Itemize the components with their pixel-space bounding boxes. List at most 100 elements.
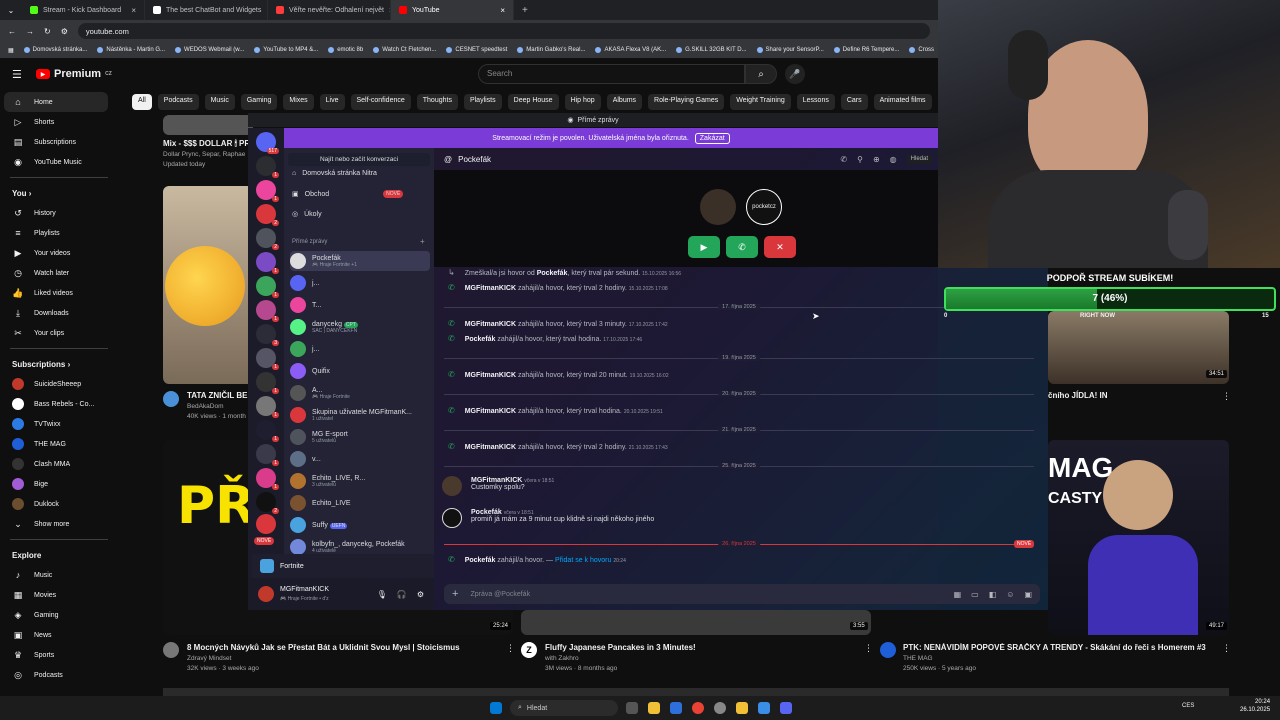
video-title[interactable]: čního JÍDLA! IN: [1048, 391, 1108, 400]
app-icon[interactable]: [758, 702, 770, 714]
sidebar-item-shorts[interactable]: ▷ Shorts: [0, 112, 118, 132]
server-icon[interactable]: 1: [256, 252, 279, 274]
join-call-link[interactable]: Přidat se k hovoru: [555, 557, 611, 564]
server-icon[interactable]: 1: [256, 348, 279, 370]
apps-icon[interactable]: ▦: [8, 47, 14, 54]
server-icon[interactable]: 1: [256, 300, 279, 322]
start-icon[interactable]: [490, 702, 502, 714]
video-channel[interactable]: BedAkaDom: [187, 403, 224, 410]
taskbar-search[interactable]: ⌕ Hledat: [510, 700, 618, 716]
search-input[interactable]: Search: [478, 64, 745, 84]
clock[interactable]: 20:24 26.10.2025: [1240, 698, 1270, 714]
sidebar-item-podcasts[interactable]: ◎ Podcasts: [0, 665, 118, 685]
server-icon[interactable]: 1: [256, 276, 279, 298]
subscription-item[interactable]: TVTwixx: [0, 414, 118, 434]
sidebar-item-history[interactable]: ↺ History: [0, 203, 118, 223]
add-attachment-icon[interactable]: +: [452, 588, 458, 600]
dm-item[interactable]: Echito_LIVE: [290, 493, 430, 513]
bookmark[interactable]: Martin Gabko's Real...: [517, 47, 585, 53]
create-dm-icon[interactable]: +: [420, 237, 425, 246]
home-server-icon[interactable]: 517: [256, 132, 279, 154]
sidebar-item-subscriptions[interactable]: ▤ Subscriptions: [0, 132, 118, 152]
forward-icon[interactable]: →: [26, 27, 34, 36]
chip[interactable]: Role-Playing Games: [648, 94, 725, 110]
server-icon[interactable]: 1: [256, 156, 279, 178]
chip[interactable]: Live: [319, 94, 345, 110]
server-icon[interactable]: 2: [256, 492, 279, 514]
subscription-item[interactable]: THE MAG: [0, 434, 118, 454]
channel-avatar[interactable]: [880, 642, 896, 658]
server-icon[interactable]: 1: [256, 396, 279, 418]
find-conversation-input[interactable]: Najít nebo začít konverzaci: [288, 153, 430, 166]
dm-item[interactable]: Suffy UEFN: [290, 515, 430, 535]
server-icon[interactable]: 3: [256, 324, 279, 346]
chip-all[interactable]: All: [132, 94, 152, 110]
hamburger-menu-icon[interactable]: ☰: [12, 68, 22, 81]
apps-icon[interactable]: ▣: [1024, 590, 1032, 599]
server-icon[interactable]: 1: [256, 420, 279, 442]
chip[interactable]: Deep House: [507, 94, 559, 110]
server-icon[interactable]: 1: [256, 444, 279, 466]
bookmark[interactable]: WEDOS Webmail (w...: [175, 47, 244, 53]
video-channel[interactable]: with Zakhro: [545, 655, 579, 662]
video-title[interactable]: Mix - $$$ DOLLAR 🕯 PR: [163, 139, 250, 149]
video-thumbnail[interactable]: [163, 186, 253, 384]
tab-kick[interactable]: Stream - Kick Dashboard ×: [22, 0, 145, 20]
bookmark[interactable]: emotic 8b: [328, 47, 363, 53]
message-input[interactable]: + Zpráva @Pockefák ▦ ▭ ◧ ☺ ▣: [444, 584, 1040, 604]
chip[interactable]: Playlists: [463, 94, 502, 110]
dm-item[interactable]: Quifix: [290, 361, 430, 381]
reload-icon[interactable]: ↻: [44, 27, 51, 36]
show-more-button[interactable]: ⌄ Show more: [0, 514, 118, 534]
bookmark[interactable]: AKASA Flexa V8 (AK...: [595, 47, 666, 53]
headphones-icon[interactable]: 🎧: [397, 590, 407, 599]
channel-avatar[interactable]: Z: [521, 642, 537, 658]
tab-menu-icon[interactable]: ⌄: [0, 6, 22, 15]
you-header[interactable]: You ›: [0, 183, 118, 203]
search-button[interactable]: ⌕: [745, 64, 777, 84]
chip[interactable]: Weight Training: [730, 94, 791, 110]
bookmark[interactable]: CESNET speedtest: [446, 47, 507, 53]
close-icon[interactable]: ×: [131, 6, 136, 15]
activity-panel[interactable]: Fortnite: [252, 554, 434, 578]
sidebar-item-your-clips[interactable]: ✂ Your clips: [0, 323, 118, 343]
chip[interactable]: Self-confidence: [350, 94, 411, 110]
video-channel[interactable]: Zdravý Mindset: [187, 655, 231, 662]
bookmark[interactable]: Watch Ct Fletchen...: [373, 47, 436, 53]
subscription-item[interactable]: SuicideSheeep: [0, 374, 118, 394]
site-info-icon[interactable]: ⚙: [61, 27, 68, 36]
sidebar-item-playlists[interactable]: ≡ Playlists: [0, 223, 118, 243]
subscription-item[interactable]: Bass Rebels - Co...: [0, 394, 118, 414]
chip[interactable]: Hip hop: [564, 94, 601, 110]
dm-item[interactable]: MG E-sport 5 uživatelů: [290, 427, 430, 447]
close-icon[interactable]: ×: [500, 6, 505, 15]
sidebar-item-movies[interactable]: ▦ Movies: [0, 585, 118, 605]
video-title[interactable]: TATA ZNIČIL BED: [187, 391, 253, 400]
emoji-icon[interactable]: ☺: [1006, 590, 1014, 599]
nav-shop[interactable]: ▣ Obchod NOVÉ: [292, 190, 404, 198]
join-call-button[interactable]: ✆: [726, 236, 758, 258]
video-channel[interactable]: THE MAG: [903, 655, 933, 662]
video-title[interactable]: 8 Mocných Návyků Jak se Přestat Bát a Uk…: [187, 643, 460, 652]
server-icon[interactable]: [256, 514, 276, 534]
server-icon[interactable]: 1: [256, 468, 279, 490]
sidebar-item-gaming[interactable]: ◈ Gaming: [0, 605, 118, 625]
add-friend-icon[interactable]: ⊕: [873, 155, 880, 164]
chip[interactable]: Cars: [840, 94, 868, 110]
app-icon[interactable]: [714, 702, 726, 714]
sidebar-item-your-videos[interactable]: ▶ Your videos: [0, 243, 118, 263]
chip[interactable]: Albums: [606, 94, 643, 110]
sidebar-item-sports[interactable]: ♛ Sports: [0, 645, 118, 665]
channel-avatar[interactable]: [163, 642, 179, 658]
more-options-icon[interactable]: ⋮: [864, 643, 873, 654]
chip[interactable]: Thoughts: [416, 94, 458, 110]
file-explorer-icon[interactable]: [648, 702, 660, 714]
chrome-icon[interactable]: [692, 702, 704, 714]
phone-icon[interactable]: ✆: [840, 155, 847, 164]
tab-video[interactable]: Věřte nevěřte: Odhalení největ×: [268, 0, 391, 20]
microphone-icon[interactable]: 🎙: [377, 590, 387, 599]
server-icon[interactable]: 1: [256, 180, 279, 202]
chip[interactable]: Music: [204, 94, 235, 110]
dm-item[interactable]: j...: [290, 273, 430, 293]
chip[interactable]: Podcasts: [157, 94, 199, 110]
